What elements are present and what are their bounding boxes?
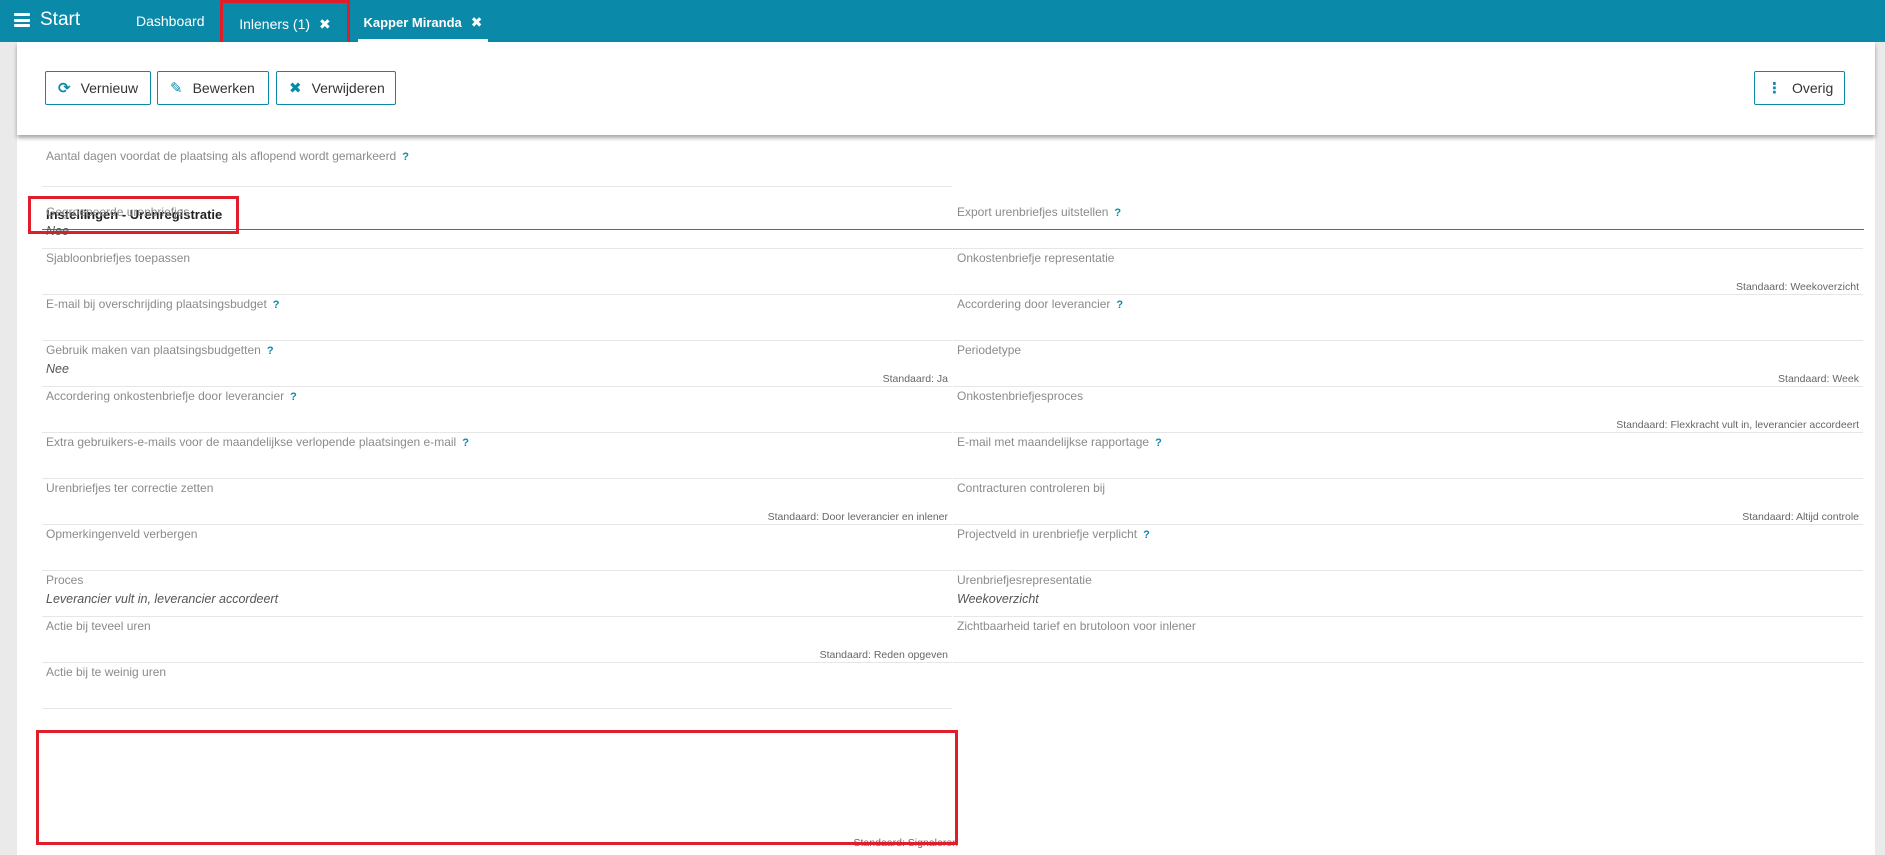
field-default-value: Standaard: Flexkracht vult in, leveranci… [1616, 419, 1859, 431]
field-label: Projectveld in urenbriefje verplicht? [957, 527, 1150, 541]
close-icon[interactable]: ✖ [319, 16, 331, 33]
field-label-text: Onkostenbriefje representatie [957, 251, 1115, 265]
field-label-text: Aantal dagen voordat de plaatsing als af… [46, 149, 397, 163]
field-label-text: Zichtbaarheid tarief en brutoloon voor i… [957, 619, 1196, 633]
field-label: E-mail bij overschrijding plaatsingsbudg… [46, 297, 280, 311]
field-label: Actie bij te weinig uren [46, 665, 166, 679]
field-label-text: Actie bij teveel uren [46, 619, 151, 633]
tab-inleners-label: Inleners (1) [239, 16, 311, 32]
close-icon[interactable]: ✖ [471, 14, 483, 31]
field-label-text: Gegroepeerde urenbriefjes [46, 205, 190, 219]
field-label-text: Onkostenbriefjesproces [957, 389, 1084, 403]
field-label-text: Urenbriefjesrepresentatie [957, 573, 1092, 587]
field-label: Urenbriefjes ter correctie zetten [46, 481, 213, 495]
field-label: Gegroepeerde urenbriefjes [46, 205, 189, 219]
field-default-value: Standaard: Door leverancier en inlener [767, 511, 948, 523]
field-label: Periodetype [957, 343, 1021, 357]
help-icon[interactable]: ? [273, 299, 280, 311]
edit-button[interactable]: ✎ Bewerken [157, 71, 269, 105]
field-label-text: Sjabloonbriefjes toepassen [46, 251, 191, 265]
field-label-text: Opmerkingenveld verbergen [46, 527, 198, 541]
field-value: Weekoverzicht [957, 592, 1039, 606]
field-label-text: Gebruik maken van plaatsingsbudgetten [46, 343, 261, 357]
other-button-label: Overig [1792, 80, 1834, 96]
field-label: Opmerkingenveld verbergen [46, 527, 197, 541]
field-default-value: Standaard: Ja [882, 373, 948, 385]
field-expiring-placement-days: Aantal dagen voordat de plaatsing als af… [42, 135, 952, 187]
field-label: Actie bij teveel uren [46, 619, 151, 633]
field-label-text: Extra gebruikers-e-mails voor de maandel… [46, 435, 457, 449]
vertical-dots-icon: ⋮ [1767, 80, 1782, 97]
left-gutter [0, 42, 17, 855]
field-label: Proces [46, 573, 83, 587]
field-label-text: Export urenbriefjes uitstellen [957, 205, 1109, 219]
start-menu-label: Start [40, 9, 81, 30]
setting-field: Zichtbaarheid tarief en brutoloon voor i… [953, 607, 1863, 663]
field-label-text: Urenbriefjes ter correctie zetten [46, 481, 214, 495]
help-icon[interactable]: ? [402, 151, 409, 163]
field-label-text: Proces [46, 573, 84, 587]
field-label-text: E-mail met maandelijkse rapportage [957, 435, 1150, 449]
hamburger-icon [14, 13, 30, 27]
help-icon[interactable]: ? [290, 391, 297, 403]
right-gutter [1875, 42, 1885, 855]
refresh-button[interactable]: ⟳ Vernieuw [45, 71, 151, 105]
field-label-text: Projectveld in urenbriefje verplicht [957, 527, 1138, 541]
field-label: Export urenbriefjes uitstellen? [957, 205, 1121, 219]
top-navigation-bar: Start Dashboard Inleners (1) ✖ Kapper Mi… [0, 0, 1885, 48]
field-label: Extra gebruikers-e-mails voor de maandel… [46, 435, 469, 449]
tab-inleners[interactable]: Inleners (1) ✖ [220, 0, 350, 48]
help-icon[interactable]: ? [462, 437, 469, 449]
delete-button-label: Verwijderen [311, 80, 385, 96]
action-toolbar: ⟳ Vernieuw ✎ Bewerken ✖ Verwijderen ⋮ Ov… [17, 42, 1875, 135]
field-label-text: Periodetype [957, 343, 1022, 357]
setting-field: Actie bij te weinig uren Standaard: Reden… [42, 649, 952, 709]
highlight-box [36, 730, 958, 845]
field-label-text: E-mail bij overschrijding plaatsingsbudg… [46, 297, 267, 311]
pencil-icon: ✎ [170, 80, 183, 97]
field-value: Nee [46, 224, 69, 238]
field-default-value: Standaard: Altijd controle [1742, 511, 1859, 523]
field-label: Contracturen controleren bij [957, 481, 1105, 495]
help-icon[interactable]: ? [1155, 437, 1162, 449]
help-icon[interactable]: ? [1114, 207, 1121, 219]
field-label: Accordering onkostenbriefje door leveran… [46, 389, 297, 403]
field-label-text: Contracturen controleren bij [957, 481, 1106, 495]
tab-kapper-miranda[interactable]: Kapper Miranda ✖ [358, 0, 488, 42]
tab-kapper-miranda-label: Kapper Miranda [363, 15, 462, 30]
field-label-text: Accordering door leverancier [957, 297, 1111, 311]
start-menu-button[interactable]: Start [14, 8, 80, 32]
field-default-value: Standaard: Weekoverzicht [1736, 281, 1859, 293]
help-icon[interactable]: ? [1143, 529, 1150, 541]
field-label: Gebruik maken van plaatsingsbudgetten? [46, 343, 274, 357]
field-label: Onkostenbriefje representatie [957, 251, 1114, 265]
tab-dashboard[interactable]: Dashboard [136, 0, 205, 42]
field-label: Urenbriefjesrepresentatie [957, 573, 1092, 587]
field-label: Accordering door leverancier? [957, 297, 1123, 311]
field-label: Onkostenbriefjesproces [957, 389, 1083, 403]
field-value: Leverancier vult in, leverancier accorde… [46, 592, 279, 606]
field-label-text: Accordering onkostenbriefje door leveran… [46, 389, 285, 403]
field-label: E-mail met maandelijkse rapportage? [957, 435, 1162, 449]
field-label: Zichtbaarheid tarief en brutoloon voor i… [957, 619, 1196, 633]
field-label: Sjabloonbriefjes toepassen [46, 251, 190, 265]
field-value: Nee [46, 362, 69, 376]
field-label: Aantal dagen voordat de plaatsing als af… [46, 149, 409, 163]
help-icon[interactable]: ? [1116, 299, 1123, 311]
tab-dashboard-label: Dashboard [136, 13, 205, 29]
other-button[interactable]: ⋮ Overig [1754, 71, 1845, 105]
field-label-text: Actie bij te weinig uren [46, 665, 167, 679]
edit-button-label: Bewerken [192, 80, 255, 96]
close-icon: ✖ [289, 80, 302, 97]
refresh-button-label: Vernieuw [80, 80, 139, 96]
help-icon[interactable]: ? [267, 345, 274, 357]
field-default-value: Standaard: Reden opgeven [819, 649, 948, 661]
delete-button[interactable]: ✖ Verwijderen [276, 71, 396, 105]
field-default-value: Standaard: Week [1778, 373, 1859, 385]
details-content: Aantal dagen voordat de plaatsing als af… [17, 135, 1875, 855]
refresh-icon: ⟳ [58, 80, 71, 97]
left-footer-default-value: Standaard: Signaleren [853, 837, 959, 849]
